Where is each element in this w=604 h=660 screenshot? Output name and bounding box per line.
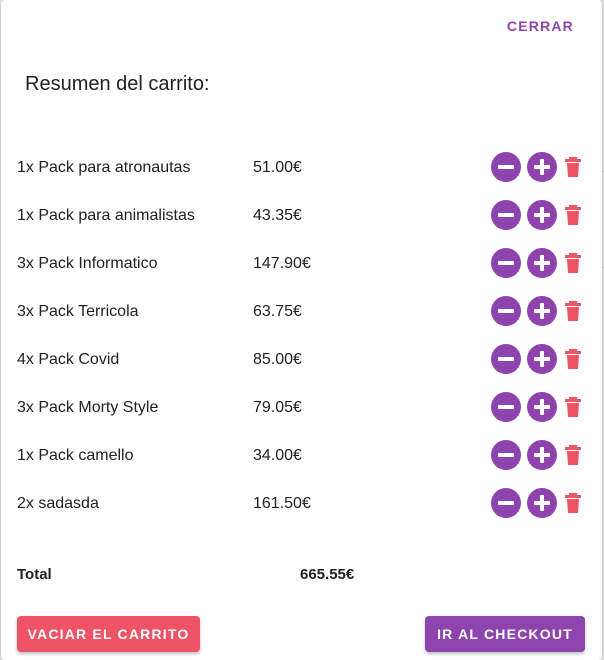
increase-quantity-button[interactable] xyxy=(527,440,557,470)
minus-icon xyxy=(498,261,514,265)
item-price: 43.35€ xyxy=(253,207,302,224)
minus-icon xyxy=(498,405,514,409)
item-price: 51.00€ xyxy=(253,159,302,176)
decrease-quantity-button[interactable] xyxy=(491,440,521,470)
cart-item-row: 1x Pack para atronautas 51.00€ xyxy=(17,143,597,191)
trash-icon xyxy=(565,157,581,177)
decrease-quantity-button[interactable] xyxy=(491,392,521,422)
trash-icon xyxy=(565,493,581,513)
increase-quantity-button[interactable] xyxy=(527,296,557,326)
cart-item-row: 3x Pack Morty Style 79.05€ xyxy=(17,383,597,431)
cart-item-row: 1x Pack camello 34.00€ xyxy=(17,431,597,479)
delete-item-button[interactable] xyxy=(563,396,583,418)
delete-item-button[interactable] xyxy=(563,204,583,226)
trash-icon xyxy=(565,349,581,369)
decrease-quantity-button[interactable] xyxy=(491,488,521,518)
item-name: 3x Pack Informatico xyxy=(17,255,158,272)
item-name: 4x Pack Covid xyxy=(17,351,120,368)
item-name: 1x Pack para atronautas xyxy=(17,159,191,176)
trash-icon xyxy=(565,445,581,465)
item-price: 63.75€ xyxy=(253,303,302,320)
item-name: 1x Pack camello xyxy=(17,447,134,464)
item-price: 85.00€ xyxy=(253,351,302,368)
delete-item-button[interactable] xyxy=(563,444,583,466)
trash-icon xyxy=(565,397,581,417)
item-name: 1x Pack para animalistas xyxy=(17,207,195,224)
decrease-quantity-button[interactable] xyxy=(491,152,521,182)
increase-quantity-button[interactable] xyxy=(527,392,557,422)
increase-quantity-button[interactable] xyxy=(527,344,557,374)
close-button[interactable]: CERRAR xyxy=(499,12,582,40)
trash-icon xyxy=(565,301,581,321)
decrease-quantity-button[interactable] xyxy=(491,200,521,230)
increase-quantity-button[interactable] xyxy=(527,248,557,278)
item-name: 3x Pack Terricola xyxy=(17,303,139,320)
cart-item-row: 3x Pack Terricola 63.75€ xyxy=(17,287,597,335)
increase-quantity-button[interactable] xyxy=(527,152,557,182)
item-name: 2x sadasda xyxy=(17,495,99,512)
cart-item-row: 2x sadasda 161.50€ xyxy=(17,479,597,527)
cart-title: Resumen del carrito: xyxy=(25,73,210,95)
item-price: 79.05€ xyxy=(253,399,302,416)
cart-item-row: 3x Pack Informatico 147.90€ xyxy=(17,239,597,287)
increase-quantity-button[interactable] xyxy=(527,488,557,518)
decrease-quantity-button[interactable] xyxy=(491,248,521,278)
minus-icon xyxy=(498,165,514,169)
increase-quantity-button[interactable] xyxy=(527,200,557,230)
item-price: 34.00€ xyxy=(253,447,302,464)
delete-item-button[interactable] xyxy=(563,492,583,514)
trash-icon xyxy=(565,205,581,225)
minus-icon xyxy=(498,501,514,505)
cart-dialog: CERRAR Resumen del carrito: 1x Pack para… xyxy=(1,0,602,660)
cart-item-row: 4x Pack Covid 85.00€ xyxy=(17,335,597,383)
minus-icon xyxy=(498,453,514,457)
total-value: 665.55€ xyxy=(300,566,355,583)
minus-icon xyxy=(498,309,514,313)
cart-item-row: 1x Pack para animalistas 43.35€ xyxy=(17,191,597,239)
trash-icon xyxy=(565,253,581,273)
item-name: 3x Pack Morty Style xyxy=(17,399,159,416)
item-price: 147.90€ xyxy=(253,255,311,272)
total-label: Total xyxy=(17,566,52,583)
delete-item-button[interactable] xyxy=(563,252,583,274)
minus-icon xyxy=(498,357,514,361)
cart-item-list: 1x Pack para atronautas 51.00€ 1x Pack p… xyxy=(17,143,597,527)
decrease-quantity-button[interactable] xyxy=(491,344,521,374)
empty-cart-button[interactable]: VACIAR EL CARRITO xyxy=(17,616,200,652)
delete-item-button[interactable] xyxy=(563,348,583,370)
checkout-button[interactable]: IR AL CHECKOUT xyxy=(425,616,585,652)
decrease-quantity-button[interactable] xyxy=(491,296,521,326)
minus-icon xyxy=(498,213,514,217)
delete-item-button[interactable] xyxy=(563,300,583,322)
delete-item-button[interactable] xyxy=(563,156,583,178)
item-price: 161.50€ xyxy=(253,495,311,512)
